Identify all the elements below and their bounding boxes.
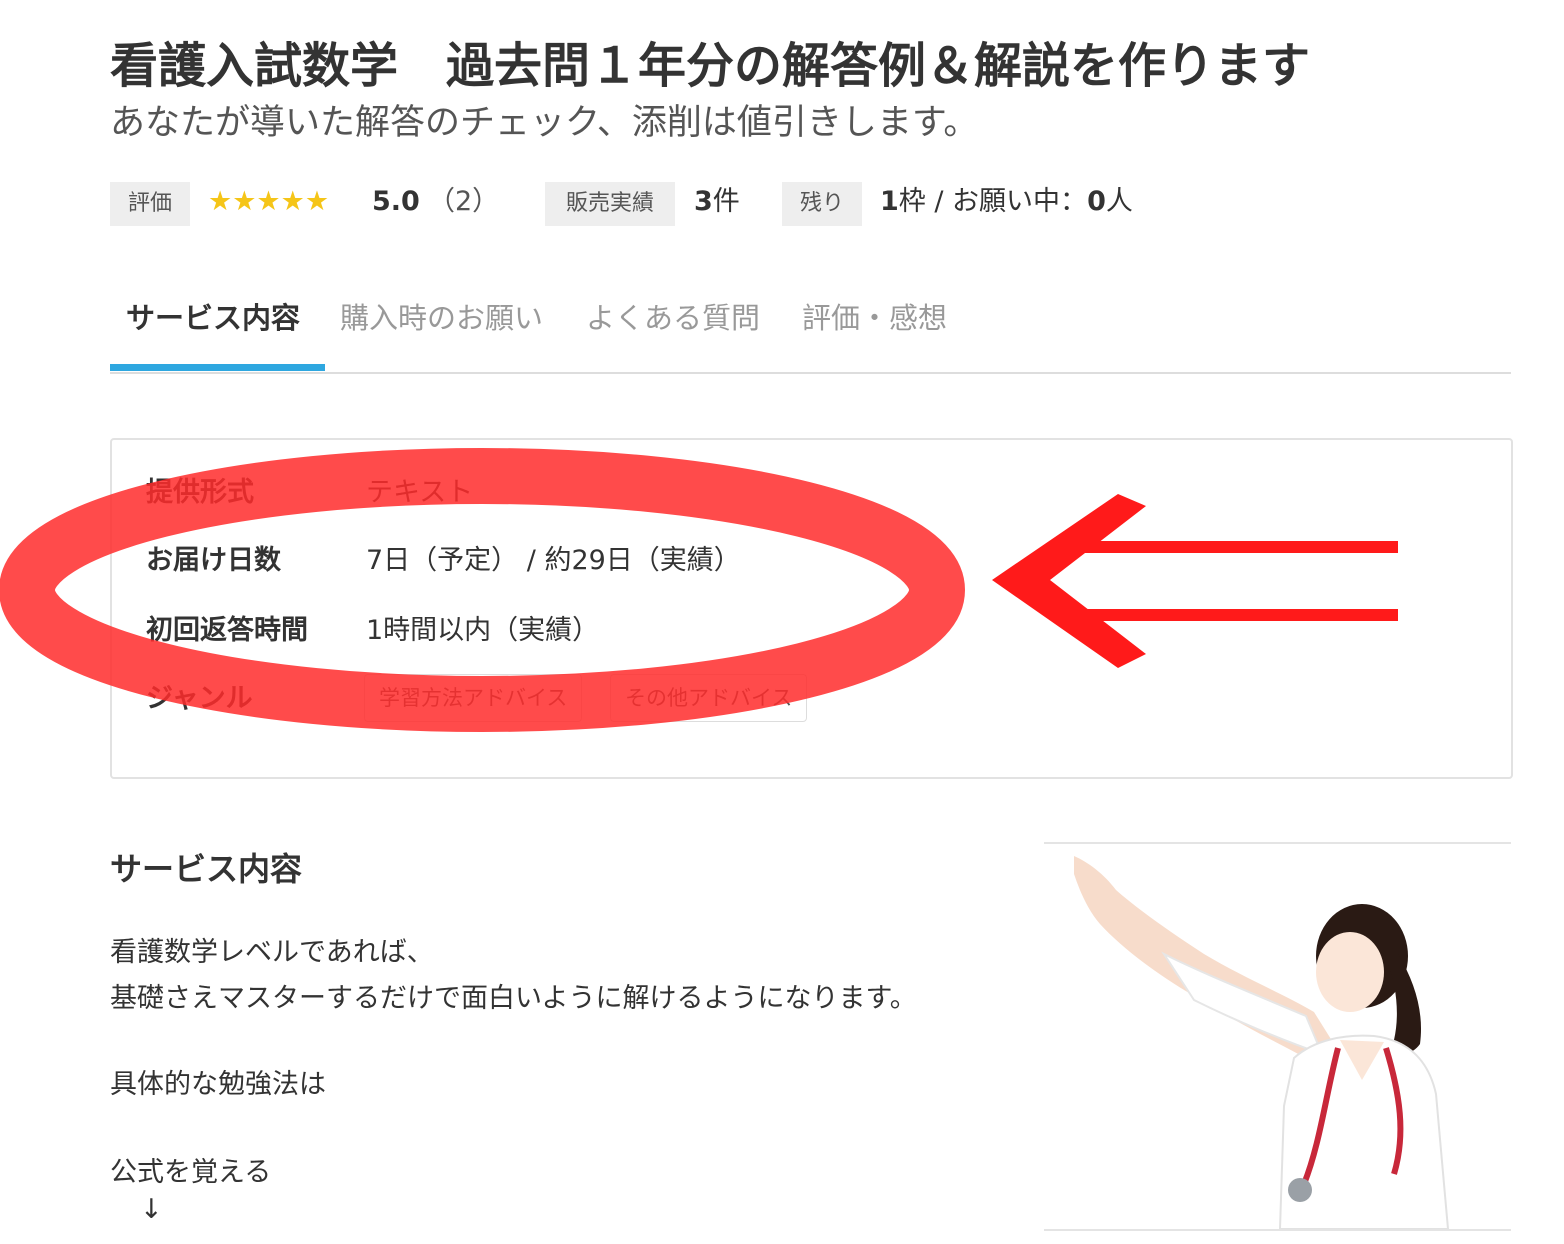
content-line-2: 基礎さえマスターするだけで面白いように解けるようになります。 [110,983,917,1014]
content-line-3: 具体的な勉強法は [110,1069,326,1100]
tab-purchase-requests[interactable]: 購入時のお願い [340,290,543,370]
genre-tag-other-advice[interactable]: その他アドバイス [610,674,808,722]
remaining-label: 残り [782,182,862,226]
delivery-key: お届け日数 [146,545,281,576]
content-line-5-arrow: ↓ [140,1194,163,1225]
rating-label: 評価 [110,182,190,226]
info-row-genre: ジャンル 学習方法アドバイス その他アドバイス [146,674,946,724]
rating-stars-icon: ★★★★★ [208,186,330,217]
service-subtitle: あなたが導いた解答のチェック、添削は値引きします。 [110,103,979,143]
sales-value: 3件 [694,186,740,217]
service-info-box: 提供形式 テキスト お届け日数 7日（予定） / 約29日（実績） 初回返答時間… [110,438,1513,779]
response-key: 初回返答時間 [146,615,308,646]
remaining-value: 1枠 / お願い中：0人 [880,186,1133,217]
sales-label: 販売実績 [545,182,675,226]
tab-bar: サービス内容 購入時のお願い よくある質問 評価・感想 [110,290,1511,374]
service-title: 看護入試数学 過去問１年分の解答例＆解説を作ります [110,38,1311,94]
response-value: 1時間以内（実績） [366,615,600,646]
content-line-4: 公式を覚える [110,1157,272,1188]
genre-tag-study-advice[interactable]: 学習方法アドバイス [364,674,583,722]
rating-count[interactable]: （2） [428,182,499,226]
section-title-service-content: サービス内容 [110,850,303,888]
genre-key: ジャンル [146,683,253,714]
nurse-pointing-illustration [1074,856,1450,1229]
active-tab-indicator [110,364,325,371]
service-image[interactable] [1044,842,1511,1231]
tab-service-content[interactable]: サービス内容 [126,290,300,370]
format-value: テキスト [366,477,474,508]
format-key: 提供形式 [146,477,254,508]
delivery-value: 7日（予定） / 約29日（実績） [366,545,741,576]
rating-value: 5.0 [372,186,420,217]
content-line-1: 看護数学レベルであれば、 [110,937,434,968]
tab-faq[interactable]: よくある質問 [586,290,760,370]
tab-reviews[interactable]: 評価・感想 [802,290,947,370]
